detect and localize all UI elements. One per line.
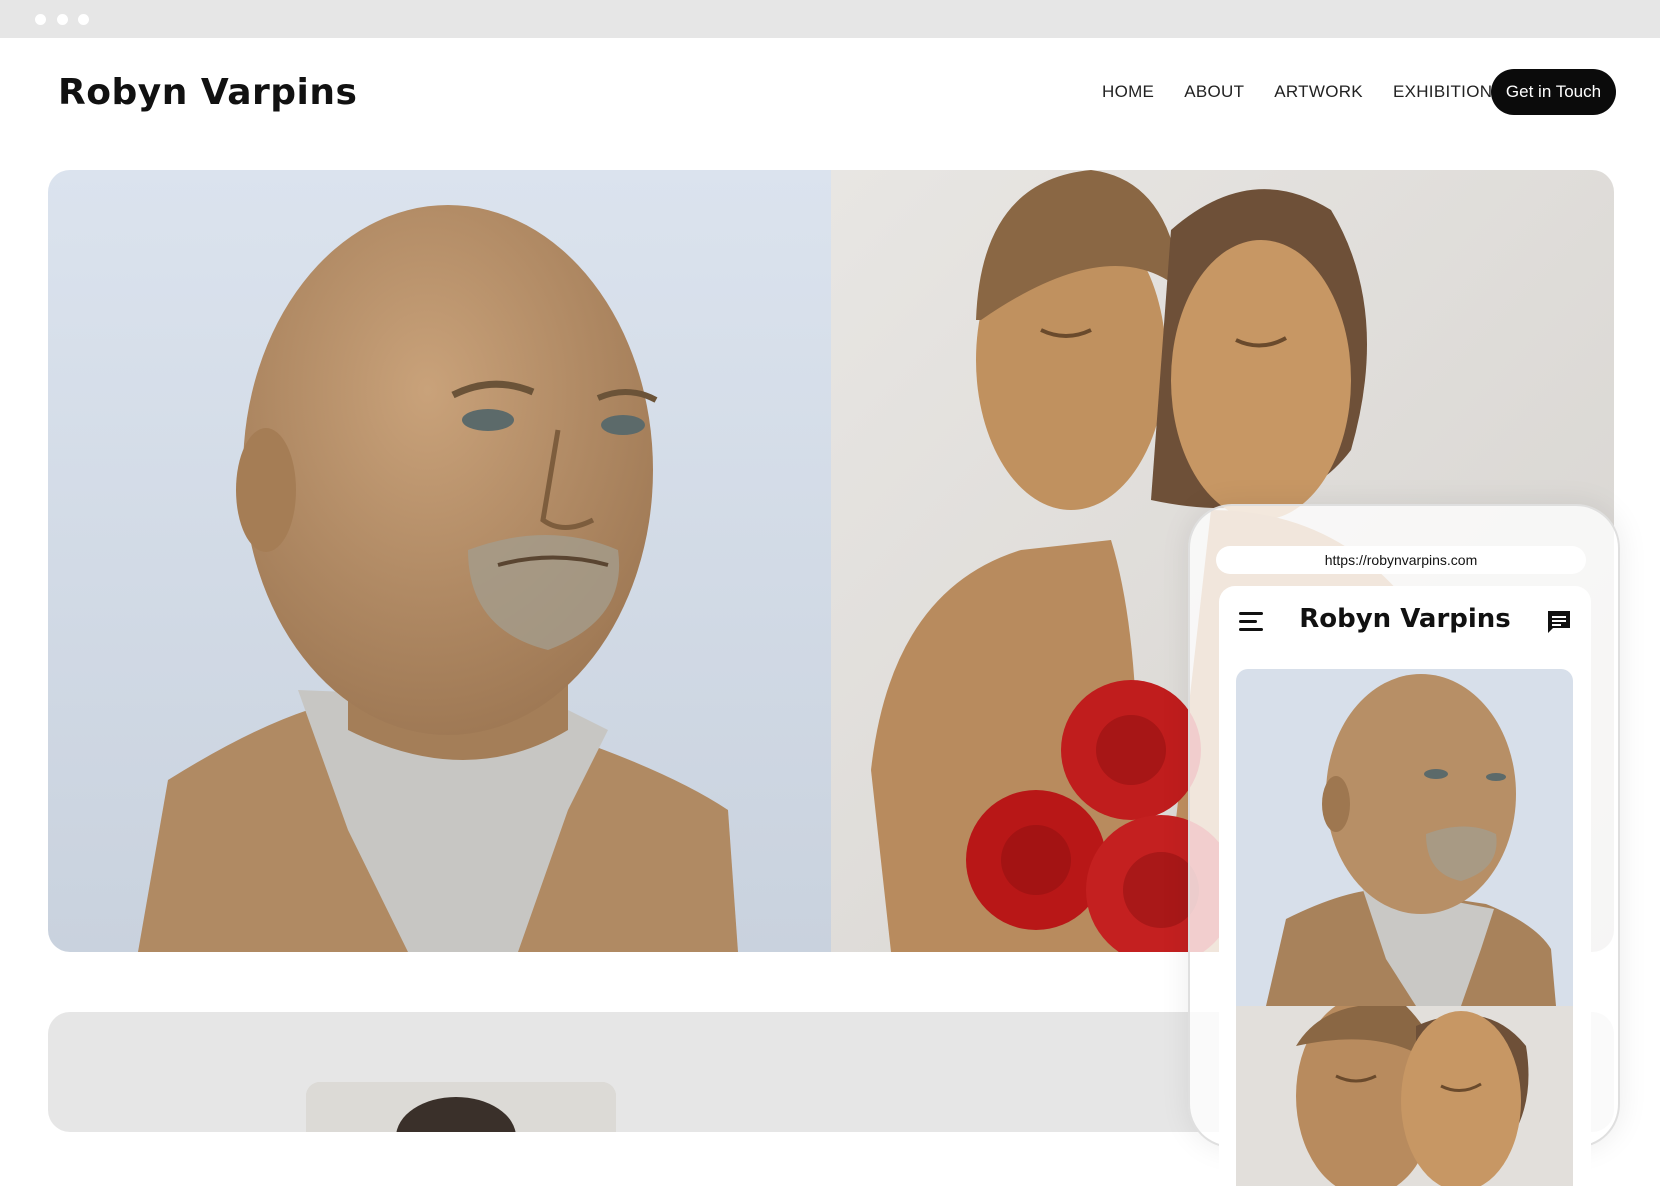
mobile-url-bar[interactable]: https://robynvarpins.com xyxy=(1216,546,1586,574)
hero-image-bust[interactable] xyxy=(48,170,831,952)
mobile-site-logo[interactable]: Robyn Varpins xyxy=(1219,604,1591,634)
window-control-dot[interactable] xyxy=(57,14,68,25)
window-control-dot[interactable] xyxy=(78,14,89,25)
main-nav: HOME ABOUT ARTWORK EXHIBITIONS xyxy=(1102,82,1504,102)
get-in-touch-button[interactable]: Get in Touch xyxy=(1491,69,1616,115)
mobile-image-bust[interactable] xyxy=(1236,669,1573,1006)
mobile-preview: https://robynvarpins.com Robyn Varpins xyxy=(1188,504,1620,1186)
artist-portrait-image xyxy=(306,1082,616,1132)
browser-chrome xyxy=(0,0,1660,38)
mobile-screen: Robyn Varpins xyxy=(1219,586,1591,1186)
nav-artwork[interactable]: ARTWORK xyxy=(1274,82,1363,102)
chat-icon[interactable] xyxy=(1545,608,1573,636)
nav-exhibitions[interactable]: EXHIBITIONS xyxy=(1393,82,1504,102)
site-logo[interactable]: Robyn Varpins xyxy=(58,72,357,113)
nav-about[interactable]: ABOUT xyxy=(1184,82,1244,102)
mobile-header: Robyn Varpins xyxy=(1219,586,1591,656)
mobile-image-couple[interactable] xyxy=(1236,1006,1573,1186)
nav-home[interactable]: HOME xyxy=(1102,82,1154,102)
window-control-dot[interactable] xyxy=(35,14,46,25)
